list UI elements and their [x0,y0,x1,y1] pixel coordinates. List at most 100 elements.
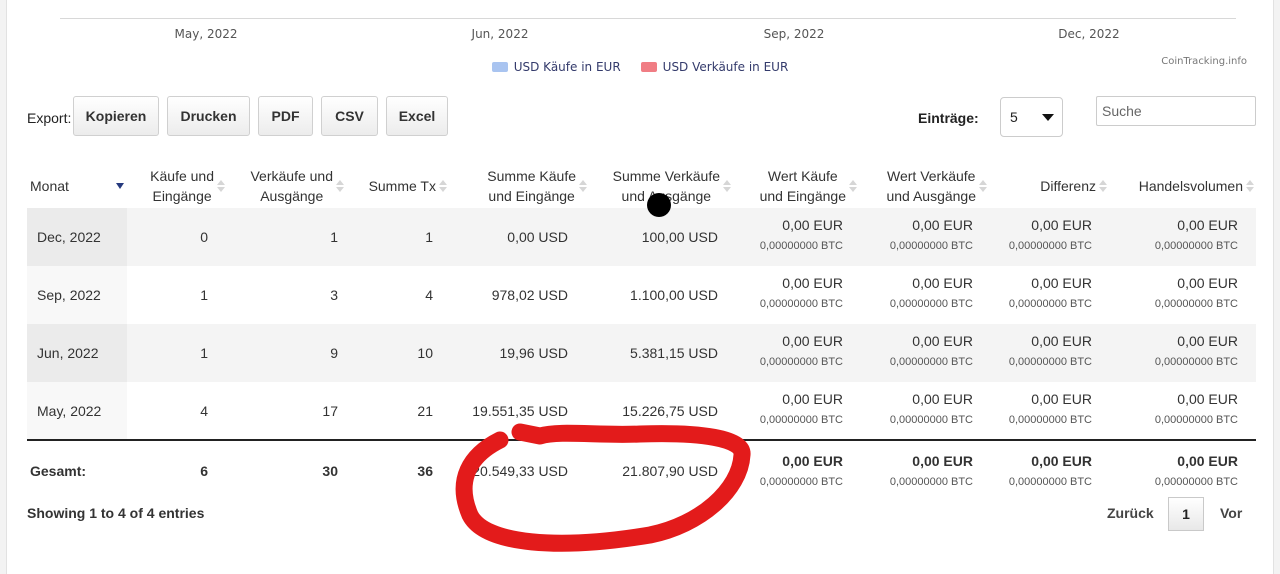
cell-verkaeufe: 3 [330,287,338,303]
column-header-summe-verkaeufe[interactable]: Summe Verkäufe und Ausgänge [601,164,731,208]
month-cell: Dec, 2022 [37,229,101,245]
column-header-verkaeufe[interactable]: Verkäufe und Ausgänge [242,164,344,208]
cell-differenz-btc: 0,00000000 BTC [1008,414,1092,426]
chart-credit-link[interactable]: CoinTracking.info [1161,56,1247,67]
footer-wert-verkaeufe-eur: 0,00 EUR [912,453,973,469]
cell-differenz-eur: 0,00 EUR [1031,275,1092,291]
table-row: Dec, 2022 0 1 1 0,00 USD 100,00 USD 0,00 EUR 0,… [27,208,1256,266]
cell-wert-kaeufe-eur: 0,00 EUR [782,333,843,349]
footer-kaeufe: 6 [200,463,208,479]
footer-differenz-eur: 0,00 EUR [1031,453,1092,469]
cell-differenz-btc: 0,00000000 BTC [1008,356,1092,368]
table-footer: Gesamt: 6 30 36 20.549,33 USD 21.807,90 … [27,441,1256,499]
pagination-prev-button[interactable]: Zurück [1107,505,1154,521]
sort-icon [336,180,344,192]
legend-label-kaeufe: USD Käufe in EUR [513,60,621,74]
column-header-summe-tx[interactable]: Summe Tx [357,164,447,208]
column-header-label: Käufe und [150,168,214,184]
cell-handelsvolumen-eur: 0,00 EUR [1177,391,1238,407]
column-header-differenz[interactable]: Differenz [1017,164,1107,208]
cell-differenz-btc: 0,00000000 BTC [1008,298,1092,310]
chart-legend: USD Käufe in EUR USD Verkäufe in EUR [0,60,1280,74]
sort-icon [723,180,731,192]
left-frame-border [0,0,7,574]
footer-wert-kaeufe-eur: 0,00 EUR [782,453,843,469]
search-input[interactable] [1096,96,1256,126]
legend-item-verkaeufe[interactable]: USD Verkäufe in EUR [640,60,788,74]
copy-button[interactable]: Kopieren [73,96,159,136]
cell-wert-kaeufe-eur: 0,00 EUR [782,275,843,291]
cell-wert-verkaeufe-eur: 0,00 EUR [912,275,973,291]
column-header-handelsvolumen[interactable]: Handelsvolumen [1127,164,1254,208]
chart-x-tick: Jun, 2022 [471,27,529,41]
column-header-label: Summe Käufe [487,168,576,184]
table-row: Sep, 2022 1 3 4 978,02 USD 1.100,00 USD 0,00 E… [27,266,1256,324]
cell-summe-kaeufe: 0,00 USD [507,229,568,245]
column-header-summe-kaeufe[interactable]: Summe Käufe und Eingänge [467,164,587,208]
column-header-label: und Ausgänge [621,188,712,204]
footer-summe-kaeufe: 20.549,33 USD [472,463,568,479]
cell-verkaeufe: 9 [330,345,338,361]
cell-wert-verkaeufe-eur: 0,00 EUR [912,333,973,349]
column-header-label: Verkäufe und [250,168,333,184]
table-info: Showing 1 to 4 of 4 entries [27,505,205,521]
cell-summe-kaeufe: 19.551,35 USD [472,403,568,419]
sort-desc-icon [116,183,124,189]
export-label: Export: [27,110,72,126]
chart-x-tick: Dec, 2022 [1058,27,1120,41]
cell-verkaeufe: 1 [330,229,338,245]
legend-swatch-verkaeufe [640,62,657,72]
csv-button[interactable]: CSV [321,96,378,136]
column-header-label: Summe Verkäufe [612,168,720,184]
cell-summe-kaeufe: 19,96 USD [499,345,568,361]
column-header-label: Eingänge [152,188,212,204]
cell-handelsvolumen-eur: 0,00 EUR [1177,217,1238,233]
month-cell: May, 2022 [37,403,102,419]
sort-icon [1246,180,1254,192]
sort-icon [849,180,857,192]
cell-handelsvolumen-btc: 0,00000000 BTC [1154,298,1238,310]
cell-verkaeufe: 17 [322,403,338,419]
legend-swatch-kaeufe [491,62,508,72]
pdf-button[interactable]: PDF [258,96,313,136]
cell-handelsvolumen-btc: 0,00000000 BTC [1154,356,1238,368]
sort-icon [217,180,225,192]
column-header-monat[interactable]: Monat [30,164,124,208]
cell-handelsvolumen-eur: 0,00 EUR [1177,275,1238,291]
cell-summe-verkaeufe: 5.381,15 USD [630,345,718,361]
excel-button[interactable]: Excel [386,96,448,136]
column-header-kaeufe[interactable]: Käufe und Eingänge [137,164,225,208]
cell-kaeufe: 1 [200,287,208,303]
table-body: Dec, 2022 0 1 1 0,00 USD 100,00 USD 0,00 EUR 0,… [27,208,1256,440]
cell-tx: 21 [417,403,433,419]
sort-icon [1099,180,1107,192]
cell-wert-kaeufe-btc: 0,00000000 BTC [759,414,843,426]
cell-wert-kaeufe-eur: 0,00 EUR [782,217,843,233]
legend-item-kaeufe[interactable]: USD Käufe in EUR [491,60,621,74]
pagination-next-button[interactable]: Vor [1220,505,1242,521]
sort-icon [579,180,587,192]
print-button[interactable]: Drucken [167,96,250,136]
table-row: May, 2022 4 17 21 19.551,35 USD 15.226,75 USD… [27,382,1256,440]
cell-differenz-btc: 0,00000000 BTC [1008,240,1092,252]
cell-wert-verkaeufe-eur: 0,00 EUR [912,217,973,233]
cell-kaeufe: 1 [200,345,208,361]
cell-tx: 10 [417,345,433,361]
cell-kaeufe: 4 [200,403,208,419]
column-header-label: Monat [30,178,69,194]
footer-summe-verkaeufe: 21.807,90 USD [622,463,718,479]
cell-differenz-eur: 0,00 EUR [1031,333,1092,349]
column-header-wert-kaeufe[interactable]: Wert Käufe und Eingänge [747,164,857,208]
table-row: Jun, 2022 1 9 10 19,96 USD 5.381,15 USD 0,00 E… [27,324,1256,382]
chevron-down-icon [1042,114,1054,121]
cell-wert-kaeufe-eur: 0,00 EUR [782,391,843,407]
entries-select[interactable]: 5 [1000,97,1063,137]
column-header-wert-verkaeufe[interactable]: Wert Verkäufe und Ausgänge [872,164,987,208]
pagination-page-button[interactable]: 1 [1168,497,1204,531]
month-cell: Jun, 2022 [37,345,99,361]
footer-differenz-btc: 0,00000000 BTC [1008,476,1092,488]
column-header-label: Wert Käufe [767,168,838,184]
chart-x-tick: Sep, 2022 [763,27,825,41]
cell-summe-verkaeufe: 15.226,75 USD [622,403,718,419]
column-header-label: Summe Tx [368,178,436,194]
